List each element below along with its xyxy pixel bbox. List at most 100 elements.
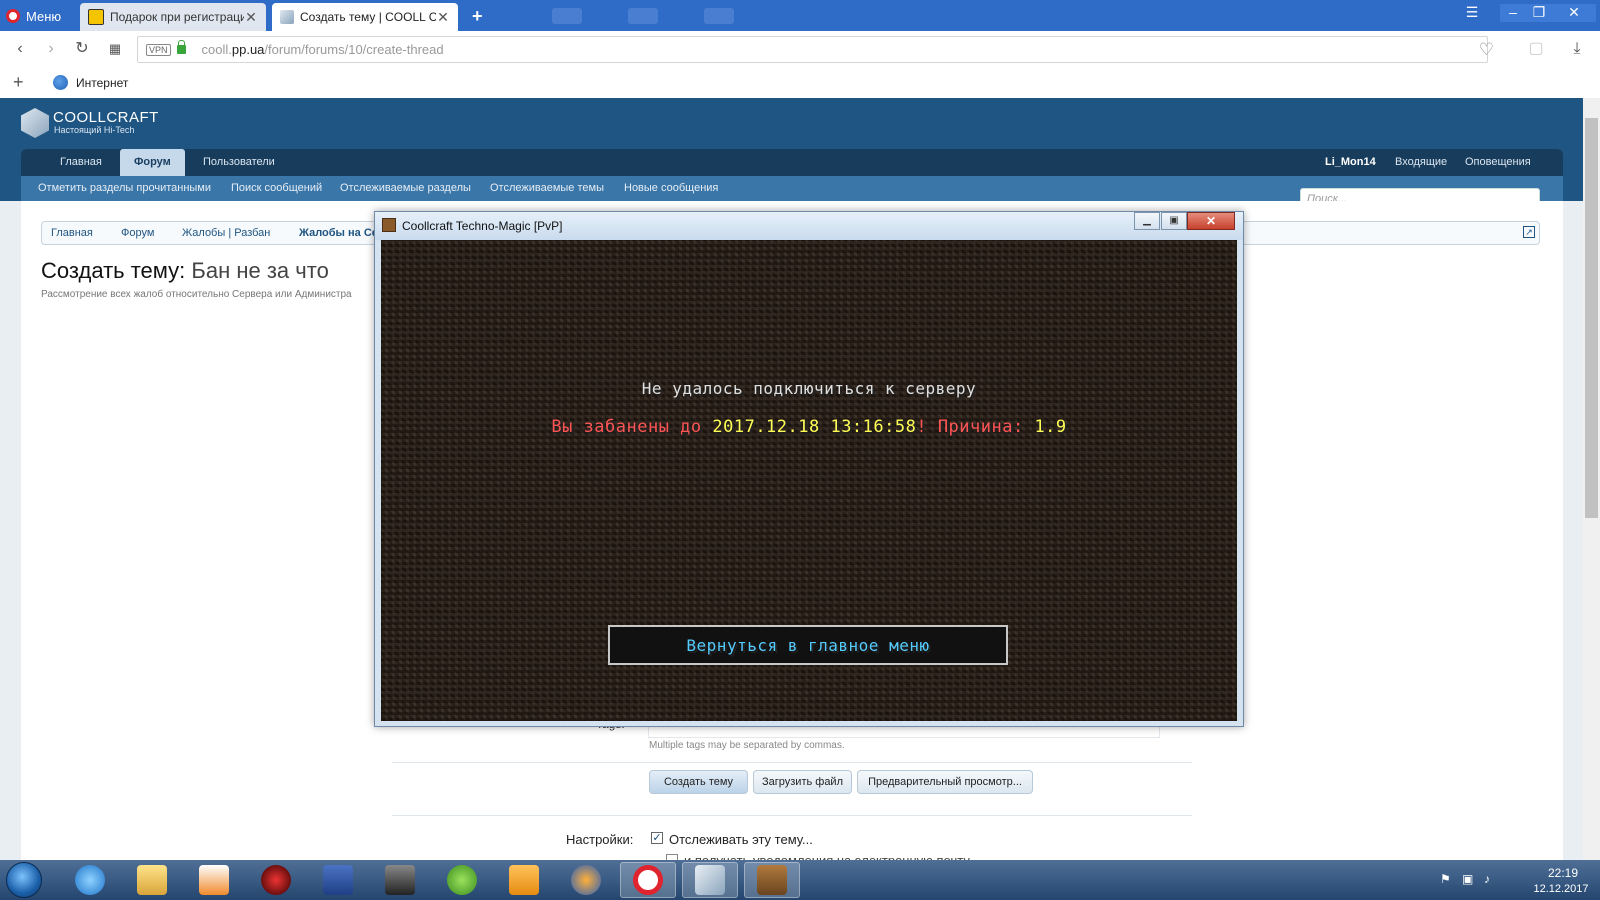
internet-globe-icon[interactable] [53,75,68,90]
tab-create-thread[interactable]: Создать тему | COOLL CR/ ✕ [272,3,458,31]
ban-prefix: Вы забанены до [551,417,713,437]
subnav-new-posts[interactable]: Новые сообщения [624,182,718,194]
forum-description: Рассмотрение всех жалоб относительно Сер… [41,289,352,300]
tab-gift[interactable]: Подарок при регистраци ✕ [80,3,266,31]
bookmark-heart-icon[interactable]: ♡ [1479,40,1494,60]
start-button-icon[interactable] [6,862,42,898]
subnav-watched-forums[interactable]: Отслеживаемые разделы [340,182,471,194]
coollcraft-launcher-icon [695,865,725,895]
upload-file-button[interactable]: Загрузить файл [753,770,852,794]
tab-menu-icon[interactable]: ☰ [1462,4,1482,22]
red-app-icon [261,865,291,895]
logo-title[interactable]: COOLLCRAFT [53,109,159,126]
crafting-table-icon [382,218,396,232]
nav-users[interactable]: Пользователи [189,149,289,176]
nav-inbox[interactable]: Входящие [1381,149,1461,176]
minimize-window-icon[interactable]: – [1500,4,1526,22]
subnav-search-posts[interactable]: Поиск сообщений [231,182,322,194]
action-center-flag-icon[interactable]: ⚑ [1440,872,1454,886]
taskbar-launcher[interactable] [682,862,738,898]
create-thread-button[interactable]: Создать тему [649,770,748,794]
search-app-icon [509,865,539,895]
subnav-mark-read[interactable]: Отметить разделы прочитанными [38,182,211,194]
bookmark-internet[interactable]: Интернет [76,76,128,90]
breadcrumb-current[interactable]: Жалобы на Се [299,227,378,239]
divider [392,815,1192,816]
ghost-tab-placeholder [628,8,658,24]
taskbar-search-app[interactable] [496,862,552,898]
nav-home[interactable]: Главная [46,149,116,176]
opera-icon [633,865,663,895]
taskbar-media[interactable] [186,862,242,898]
bookmarks-bar [0,68,1600,99]
minecraft-minimize-icon[interactable]: ▁ [1134,212,1160,230]
taskbar-explorer[interactable] [124,862,180,898]
watch-thread-checkbox[interactable]: ✓ [651,832,663,844]
add-bookmark-plus-icon[interactable]: + [13,72,24,93]
tab-close-icon[interactable]: ✕ [244,9,258,26]
secure-lock-icon[interactable] [176,40,186,54]
forward-icon[interactable]: › [42,40,60,58]
logo-subtitle: Настоящий Hi-Tech [54,125,135,135]
taskbar-save[interactable] [310,862,366,898]
world-of-tanks-icon [385,865,415,895]
taskbar-ie[interactable] [62,862,118,898]
download-icon[interactable]: ⤓ [1568,40,1586,58]
speed-dial-icon[interactable]: ▦ [106,40,124,58]
extension-icon[interactable]: ▢ [1527,40,1545,58]
taskbar-utorrent[interactable] [434,862,490,898]
minecraft-crafting-table-icon [757,865,787,895]
taskbar-wot[interactable] [372,862,428,898]
minecraft-close-icon[interactable]: ✕ [1187,212,1235,230]
nav-forum[interactable]: Форум [120,149,185,176]
network-icon[interactable]: ▣ [1462,872,1476,886]
firefox-icon [571,865,601,895]
minecraft-window-title: Coollcraft Techno-Magic [PvP] [402,219,563,233]
page-title: Создать тему: Бан не за что [41,258,329,284]
tab-title: Создать тему | COOLL CR/ [300,10,436,24]
vpn-badge[interactable]: VPN [146,43,171,56]
email-notify-label[interactable]: и получать уведомления на электронную по… [684,853,970,860]
volume-icon[interactable]: ♪ [1484,872,1498,886]
taskbar-opera[interactable] [620,862,676,898]
back-to-main-menu-button[interactable]: Вернуться в главное меню [608,625,1008,665]
restore-window-icon[interactable]: ❐ [1526,4,1552,22]
ban-reason-label: ! Причина: [916,417,1035,437]
taskbar-app-red[interactable] [248,862,304,898]
ban-message: Вы забанены до 2017.12.18 13:16:58! Прич… [381,417,1237,437]
url-domain: pp.ua [231,42,265,57]
clock-time[interactable]: 22:19 [1533,866,1593,880]
subnav-watched-threads[interactable]: Отслеживаемые темы [490,182,604,194]
breadcrumb-forum[interactable]: Форум [121,227,154,239]
nav-username[interactable]: Li_Mon14 [1311,149,1390,176]
folder-icon [137,865,167,895]
title-topic: Бан не за что [191,258,329,283]
clock-date[interactable]: 12.12.2017 [1526,883,1596,895]
url-field[interactable]: VPN cooll.pp.ua/forum/forums/10/create-t… [137,36,1488,63]
new-tab-plus-icon[interactable]: + [472,6,483,27]
opera-menu-button[interactable]: Меню [6,6,61,26]
tab-close-icon[interactable]: ✕ [436,9,450,26]
url-prefix: cooll. [201,42,232,57]
external-link-icon[interactable]: ↗ [1523,226,1535,238]
close-window-icon[interactable]: ✕ [1552,4,1596,22]
settings-label: Настройки: [566,832,634,847]
taskbar-firefox[interactable] [558,862,614,898]
nav-alerts[interactable]: Оповещения [1451,149,1545,176]
url-path: /forum/forums/10/create-thread [264,42,444,57]
preview-button[interactable]: Предварительный просмотр... [857,770,1033,794]
reload-icon[interactable]: ↻ [73,40,91,58]
back-icon[interactable]: ‹ [11,40,29,58]
ban-reason: 1.9 [1034,417,1067,437]
utorrent-icon [447,865,477,895]
tags-hint: Multiple tags may be separated by commas… [649,740,845,751]
taskbar-minecraft[interactable] [744,862,800,898]
title-prefix: Создать тему: [41,258,186,283]
breadcrumb-home[interactable]: Главная [51,227,93,239]
minecraft-maximize-icon[interactable]: ▣ [1161,212,1187,230]
scrollbar-thumb[interactable] [1585,118,1598,518]
watch-thread-label[interactable]: Отслеживать эту тему... [669,832,813,847]
ghost-tab-placeholder [552,8,582,24]
opera-menu-label: Меню [26,8,62,24]
breadcrumb-complaints[interactable]: Жалобы | Разбан [182,227,270,239]
